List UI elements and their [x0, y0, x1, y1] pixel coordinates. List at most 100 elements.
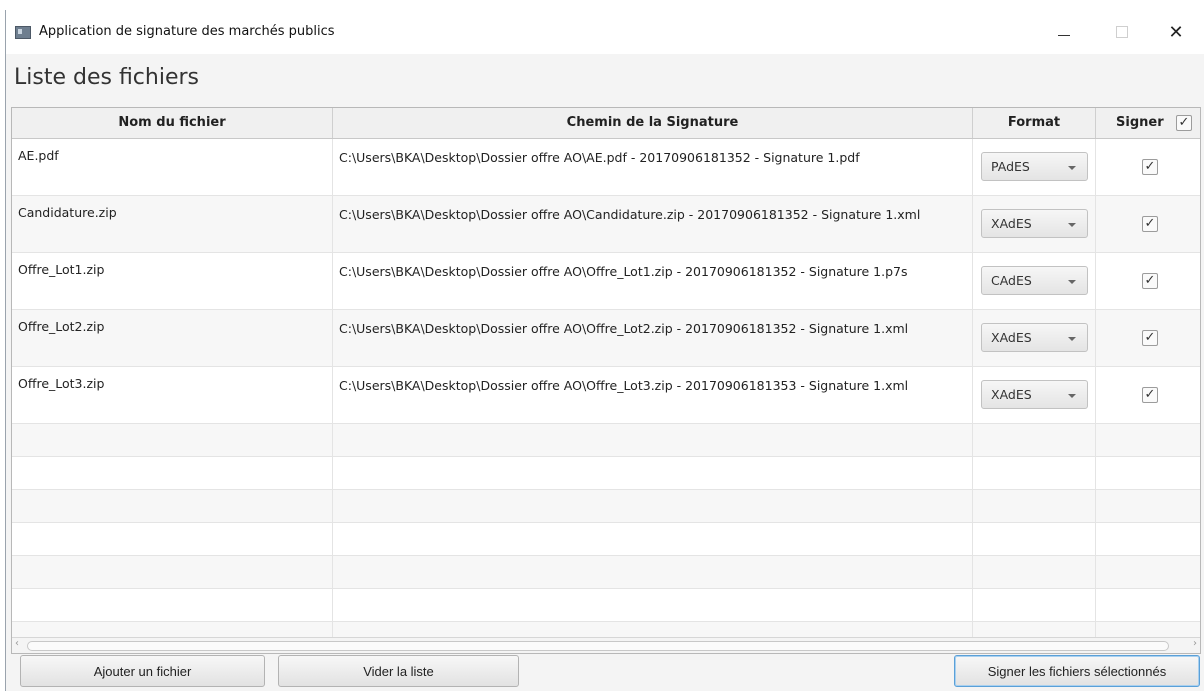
chevron-down-icon: [1068, 280, 1076, 284]
format-select[interactable]: PAdES: [981, 152, 1088, 181]
empty-cell: [973, 490, 1096, 522]
chevron-down-icon: [1068, 337, 1076, 341]
app-window: Application de signature des marchés pub…: [5, 10, 1204, 691]
format-select[interactable]: XAdES: [981, 323, 1088, 352]
format-select-value: XAdES: [991, 387, 1032, 402]
empty-cell: [1096, 490, 1200, 522]
empty-cell: [333, 589, 973, 621]
format-cell: PAdES: [973, 139, 1096, 195]
app-window-icon: [15, 26, 31, 39]
table-row[interactable]: Offre_Lot1.zip C:\Users\BKA\Desktop\Dossi…: [12, 253, 1200, 310]
sign-checkbox[interactable]: ✓: [1142, 330, 1158, 346]
empty-cell: [973, 589, 1096, 621]
empty-cell: [1096, 457, 1200, 489]
scrollbar-thumb[interactable]: [27, 641, 1169, 651]
empty-cell: [12, 457, 333, 489]
file-name-cell: AE.pdf: [12, 139, 333, 195]
chevron-down-icon: [1068, 394, 1076, 398]
format-cell: XAdES: [973, 367, 1096, 423]
chevron-down-icon: [1068, 166, 1076, 170]
signature-path-cell: C:\Users\BKA\Desktop\Dossier offre AO\AE…: [333, 139, 973, 195]
empty-cell: [333, 523, 973, 555]
signature-path-cell: C:\Users\BKA\Desktop\Dossier offre AO\Ca…: [333, 196, 973, 252]
table-row[interactable]: Offre_Lot2.zip C:\Users\BKA\Desktop\Dossi…: [12, 310, 1200, 367]
sign-cell: ✓: [1096, 253, 1200, 309]
close-icon: ✕: [1168, 21, 1184, 43]
title-bar: Application de signature des marchés pub…: [6, 10, 1204, 54]
empty-table-row: [12, 424, 1200, 457]
file-name-cell: Candidature.zip: [12, 196, 333, 252]
sign-checkbox[interactable]: ✓: [1142, 159, 1158, 175]
format-select-value: XAdES: [991, 216, 1032, 231]
sign-cell: ✓: [1096, 139, 1200, 195]
empty-cell: [973, 523, 1096, 555]
format-cell: XAdES: [973, 310, 1096, 366]
format-select-value: CAdES: [991, 273, 1032, 288]
empty-cell: [12, 424, 333, 456]
signature-path-cell: C:\Users\BKA\Desktop\Dossier offre AO\Of…: [333, 253, 973, 309]
format-select[interactable]: XAdES: [981, 209, 1088, 238]
empty-cell: [1096, 424, 1200, 456]
maximize-button[interactable]: [1099, 14, 1145, 50]
table-row[interactable]: Candidature.zip C:\Users\BKA\Desktop\Doss…: [12, 196, 1200, 253]
format-select[interactable]: XAdES: [981, 380, 1088, 409]
format-select-value: PAdES: [991, 159, 1030, 174]
minimize-icon: [1058, 34, 1070, 36]
page-title: Liste des fichiers: [14, 65, 199, 90]
maximize-icon: [1116, 26, 1128, 38]
empty-table-row: [12, 457, 1200, 490]
empty-table-row: [12, 523, 1200, 556]
format-select[interactable]: CAdES: [981, 266, 1088, 295]
sign-cell: ✓: [1096, 367, 1200, 423]
clear-list-button[interactable]: Vider la liste: [278, 655, 519, 687]
close-button[interactable]: ✕: [1153, 14, 1199, 50]
empty-cell: [973, 424, 1096, 456]
empty-cell: [333, 556, 973, 588]
empty-cell: [333, 424, 973, 456]
signature-path-cell: C:\Users\BKA\Desktop\Dossier offre AO\Of…: [333, 367, 973, 423]
file-name-cell: Offre_Lot3.zip: [12, 367, 333, 423]
sign-cell: ✓: [1096, 310, 1200, 366]
scroll-right-icon[interactable]: ›: [1193, 638, 1197, 649]
add-file-button[interactable]: Ajouter un fichier: [20, 655, 265, 687]
empty-cell: [333, 490, 973, 522]
empty-table-row: [12, 589, 1200, 622]
file-name-cell: Offre_Lot1.zip: [12, 253, 333, 309]
empty-cell: [1096, 523, 1200, 555]
column-header-format[interactable]: Format: [973, 108, 1096, 138]
column-header-sign-label: Signer: [1116, 115, 1164, 130]
empty-table-row: [12, 490, 1200, 523]
chevron-down-icon: [1068, 223, 1076, 227]
empty-cell: [1096, 589, 1200, 621]
sign-checkbox[interactable]: ✓: [1142, 387, 1158, 403]
signature-path-cell: C:\Users\BKA\Desktop\Dossier offre AO\Of…: [333, 310, 973, 366]
column-header-path[interactable]: Chemin de la Signature: [333, 108, 973, 138]
format-cell: CAdES: [973, 253, 1096, 309]
empty-table-row: [12, 556, 1200, 589]
empty-cell: [12, 589, 333, 621]
horizontal-scrollbar[interactable]: ‹ ›: [12, 637, 1200, 653]
table-row[interactable]: AE.pdf C:\Users\BKA\Desktop\Dossier offre…: [12, 139, 1200, 196]
empty-cell: [973, 556, 1096, 588]
sign-checkbox[interactable]: ✓: [1142, 273, 1158, 289]
empty-cell: [333, 457, 973, 489]
file-name-cell: Offre_Lot2.zip: [12, 310, 333, 366]
sign-checkbox[interactable]: ✓: [1142, 216, 1158, 232]
empty-cell: [12, 490, 333, 522]
table-row[interactable]: Offre_Lot3.zip C:\Users\BKA\Desktop\Dossi…: [12, 367, 1200, 424]
scroll-left-icon[interactable]: ‹: [15, 638, 19, 649]
empty-cell: [12, 523, 333, 555]
minimize-button[interactable]: [1041, 14, 1087, 50]
empty-cell: [12, 556, 333, 588]
files-table: Nom du fichier Chemin de la Signature Fo…: [11, 107, 1201, 654]
format-select-value: XAdES: [991, 330, 1032, 345]
sign-selected-files-button[interactable]: Signer les fichiers sélectionnés: [954, 655, 1200, 687]
table-header: Nom du fichier Chemin de la Signature Fo…: [12, 108, 1200, 139]
column-header-name[interactable]: Nom du fichier: [12, 108, 333, 138]
sign-cell: ✓: [1096, 196, 1200, 252]
window-title: Application de signature des marchés pub…: [39, 24, 335, 39]
empty-cell: [1096, 556, 1200, 588]
select-all-checkbox[interactable]: ✓: [1176, 115, 1192, 131]
format-cell: XAdES: [973, 196, 1096, 252]
empty-cell: [973, 457, 1096, 489]
